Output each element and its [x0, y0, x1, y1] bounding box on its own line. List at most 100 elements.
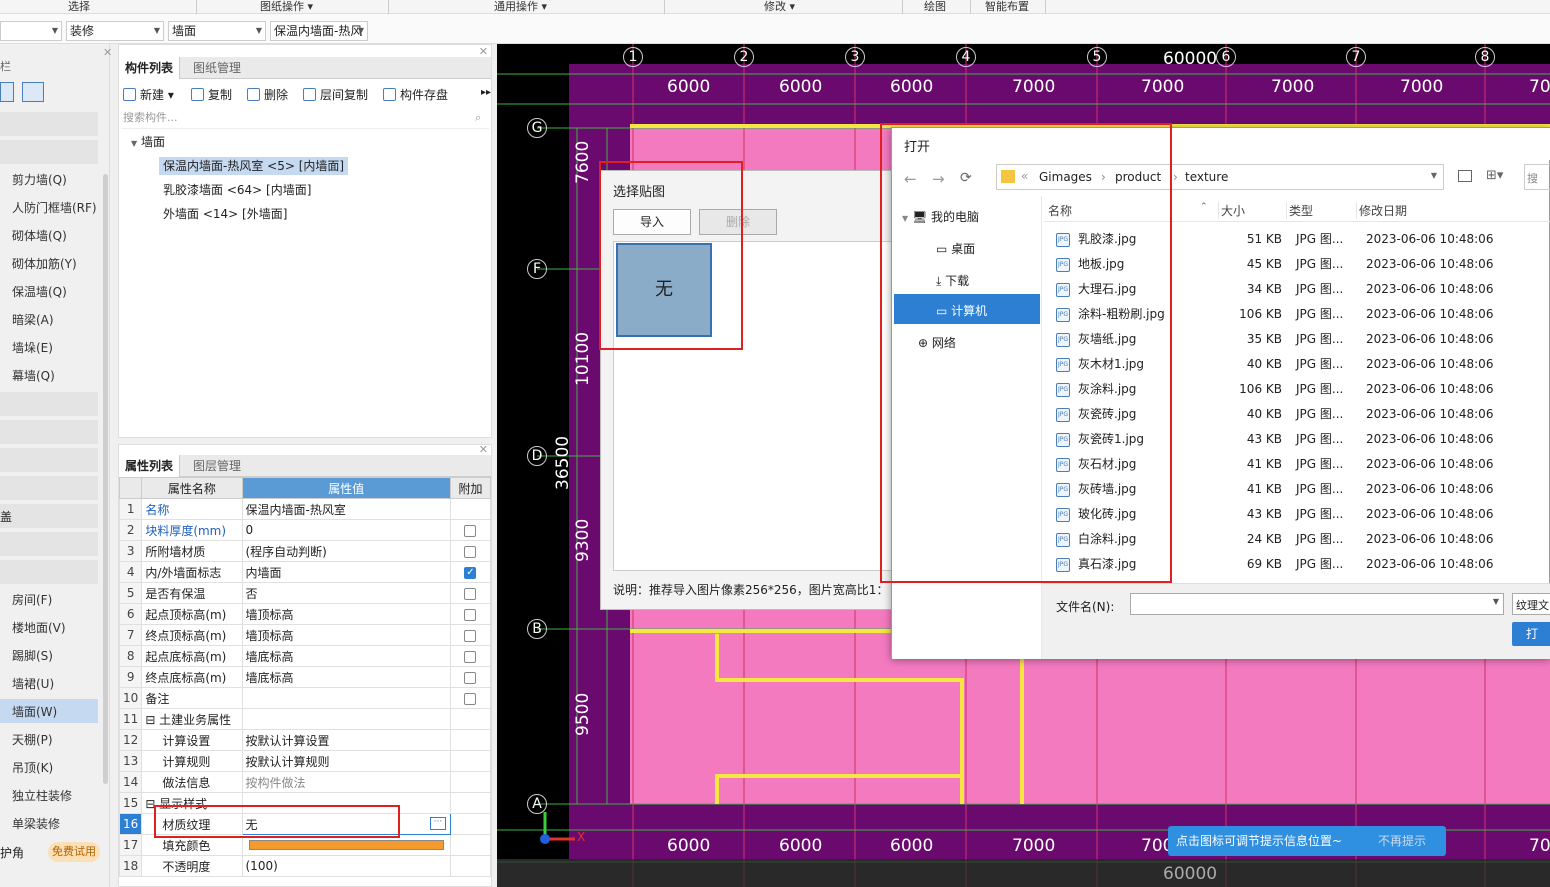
property-row[interactable]: 14 做法信息 按构件做法 [118, 771, 492, 793]
property-value[interactable]: 按默认计算设置 [241, 729, 451, 751]
col-type[interactable]: 类型 [1286, 202, 1313, 219]
property-value[interactable]: 保温内墙面-热风室 [241, 498, 451, 520]
ellipsis-button[interactable]: ··· [429, 817, 446, 830]
checkbox[interactable] [464, 671, 477, 684]
property-value[interactable]: 墙底标高 [241, 645, 451, 667]
checkbox[interactable] [464, 650, 477, 663]
nav-item-wall-stack[interactable]: 墙垛(E) [12, 340, 53, 356]
nav-group[interactable] [0, 112, 98, 136]
property-value[interactable]: 墙底标高 [241, 666, 451, 688]
tab-drawing-management[interactable]: 图纸管理 [187, 57, 247, 79]
nav-group[interactable] [0, 560, 98, 584]
col-date[interactable]: 修改日期 [1356, 202, 1407, 219]
property-row[interactable]: 11 ⊟ 土建业务属性 [118, 708, 492, 730]
nav-item-masonry-rebar[interactable]: 砌体加筋(Y) [12, 256, 77, 272]
search-icon[interactable]: ⌕ [475, 111, 481, 125]
nav-item-insulation-wall[interactable]: 保温墙(Q) [12, 284, 67, 300]
checkbox[interactable] [464, 587, 477, 600]
copy-button[interactable]: 复制 [191, 87, 232, 103]
nav-group[interactable]: 盖 [0, 504, 98, 528]
property-value[interactable] [241, 687, 451, 709]
property-row[interactable]: 6 起点顶标高(m) 墙顶标高 [118, 603, 492, 625]
tab-component-list[interactable]: 构件列表 [119, 57, 181, 79]
category-select[interactable]: 装修 ▼ [66, 21, 164, 41]
property-value[interactable]: 按默认计算规则 [241, 750, 451, 772]
nav-item-suspended-ceiling[interactable]: 吊顶(K) [12, 760, 53, 776]
chevron-down-icon[interactable]: ▼ [1431, 171, 1437, 180]
property-value[interactable]: (100) [241, 855, 451, 877]
nav-item-wall-surface[interactable]: 墙面(W) [12, 704, 57, 720]
free-trial-badge[interactable]: 免费试用 [48, 842, 100, 862]
tree-root[interactable]: ▼ 墙面 [131, 133, 165, 153]
nav-item-civil-defense-wall[interactable]: 人防门框墙(RF) [12, 200, 97, 216]
file-type-filter[interactable]: 纹理文 [1512, 593, 1550, 615]
property-value[interactable]: 墙顶标高 [241, 624, 451, 646]
tab-layer-management[interactable]: 图层管理 [187, 455, 247, 477]
view-options-icon[interactable]: ⊞▾ [1486, 168, 1503, 183]
close-icon[interactable]: ✕ [103, 46, 112, 59]
tree-item-latex[interactable]: 乳胶漆墙面 <64> [内墙面] [163, 181, 311, 199]
nav-group[interactable] [0, 392, 98, 416]
ribbon-group-draw[interactable]: 绘图 [924, 0, 946, 13]
property-value[interactable]: 按构件做法 [241, 771, 451, 793]
nav-item-floor[interactable]: 楼地面(V) [12, 620, 66, 636]
component-select[interactable]: 保温内墙面-热风 ▼ [270, 21, 368, 41]
nav-group[interactable] [0, 140, 98, 164]
property-row[interactable]: 9 终点底标高(m) 墙底标高 [118, 666, 492, 688]
col-size[interactable]: 大小 [1218, 202, 1245, 219]
chevron-down-icon[interactable]: ▼ [1493, 597, 1499, 606]
new-folder-icon[interactable] [1458, 170, 1472, 182]
nav-item-shear-wall[interactable]: 剪力墙(Q) [12, 172, 67, 188]
checkbox[interactable] [464, 524, 477, 537]
property-row[interactable]: 13 计算规则 按默认计算规则 [118, 750, 492, 772]
search-field[interactable]: 搜索 [1524, 164, 1550, 190]
property-value[interactable]: 0 [241, 519, 451, 541]
property-value[interactable]: 内墙面 [241, 561, 451, 583]
filename-input[interactable]: ▼ [1130, 593, 1504, 615]
tab-property-list[interactable]: 属性列表 [119, 455, 181, 477]
property-value[interactable]: (程序自动判断) [241, 540, 451, 562]
delete-button[interactable]: 删除 [247, 87, 288, 103]
floor-copy-button[interactable]: 层间复制 [303, 87, 368, 103]
property-row[interactable]: 18 不透明度 (100) [118, 855, 492, 877]
tree-item-exterior[interactable]: 外墙面 <14> [外墙面] [163, 205, 287, 223]
checkbox[interactable] [464, 608, 477, 621]
nav-item-room[interactable]: 房间(F) [12, 592, 52, 608]
detail-view-icon[interactable] [22, 82, 44, 102]
ribbon-group-smart-place[interactable]: 智能布置 [985, 0, 1029, 13]
save-component-button[interactable]: 构件存盘 [383, 87, 448, 103]
nav-group[interactable] [0, 448, 98, 472]
component-search-input[interactable]: 搜索构件... [121, 109, 489, 129]
property-value[interactable]: 墙顶标高 [241, 603, 451, 625]
path-segment[interactable]: texture [1185, 170, 1228, 184]
open-button[interactable]: 打 [1512, 622, 1550, 646]
collapse-icon[interactable]: ▼ [131, 139, 137, 148]
property-row[interactable]: 4 内/外墙面标志 内墙面 ✓ [118, 561, 492, 583]
property-row[interactable]: 2 块料厚度(mm) 0 [118, 519, 492, 541]
property-value[interactable] [241, 708, 451, 730]
nav-item-wainscot[interactable]: 墙裙(U) [12, 676, 54, 692]
ribbon-group-select[interactable]: 选择 [68, 0, 90, 13]
checkbox[interactable]: ✓ [464, 566, 477, 579]
checkbox[interactable] [464, 692, 477, 705]
nav-group[interactable] [0, 532, 98, 556]
nav-item-hidden-beam[interactable]: 暗梁(A) [12, 312, 54, 328]
list-view-icon[interactable] [0, 82, 14, 102]
property-value[interactable]: 否 [241, 582, 451, 604]
ribbon-group-modify[interactable]: 修改 ▾ [764, 0, 795, 13]
dismiss-tip-button[interactable]: 不再提示 [1378, 826, 1426, 856]
type-select[interactable]: 墙面 ▼ [168, 21, 266, 41]
property-row[interactable]: 7 终点顶标高(m) 墙顶标高 [118, 624, 492, 646]
nav-item-curtain-wall[interactable]: 幕墙(Q) [12, 368, 55, 384]
nav-group[interactable] [0, 476, 98, 500]
nav-item-masonry-wall[interactable]: 砌体墙(Q) [12, 228, 67, 244]
new-button[interactable]: 新建 ▾ [123, 87, 174, 103]
nav-item-corner-guard[interactable]: 护角 [0, 844, 24, 861]
nav-item-ceiling[interactable]: 天棚(P) [12, 732, 53, 748]
ribbon-group-general-ops[interactable]: 通用操作 ▾ [494, 0, 547, 13]
ribbon-group-drawing-ops[interactable]: 图纸操作 ▾ [260, 0, 313, 13]
property-row[interactable]: 10 备注 [118, 687, 492, 709]
checkbox[interactable] [464, 545, 477, 558]
property-row[interactable]: 1 名称 保温内墙面-热风室 [118, 498, 492, 520]
more-icon[interactable]: ▸▸ [481, 87, 491, 98]
